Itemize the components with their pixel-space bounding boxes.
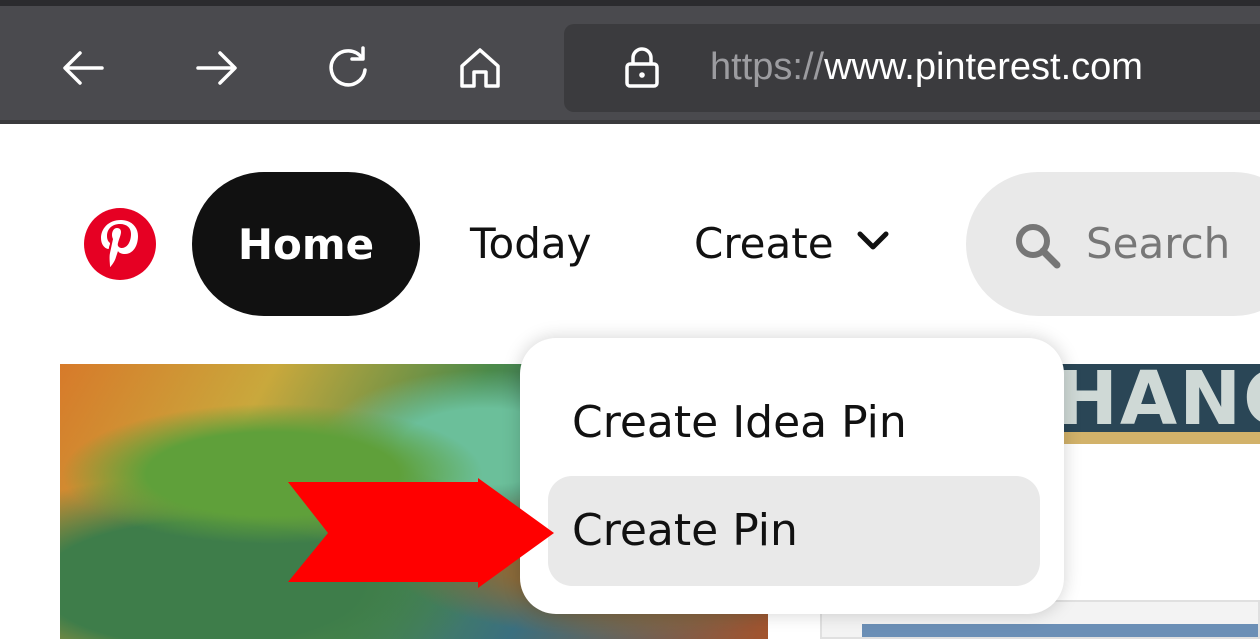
back-button[interactable] [56,40,112,96]
url-text[interactable]: https://www.pinterest.com [710,44,1143,90]
forward-arrow-icon [196,51,237,85]
url-protocol: https:// [710,46,825,88]
forward-button[interactable] [188,40,244,96]
search-placeholder: Search [1086,219,1231,268]
menu-item-create-pin[interactable]: Create Pin [548,476,1040,586]
nav-home-button[interactable]: Home [192,172,420,316]
browser-toolbar: https://www.pinterest.com [0,0,1260,124]
search-input[interactable]: Search [966,172,1260,316]
url-host: www.pinterest.com [824,46,1143,88]
site-header: Home Today Create Search [0,124,1260,364]
lock-icon[interactable] [620,46,664,90]
create-dropdown-menu: Create Idea Pin Create Pin [520,338,1064,614]
search-icon [1016,224,1061,269]
nav-create-button[interactable]: Create [694,220,892,268]
address-bar[interactable]: https://www.pinterest.com [564,24,1260,112]
chevron-down-icon [857,231,889,250]
pin-poster-text: HANC [1062,364,1260,442]
refresh-button[interactable] [320,40,376,96]
home-icon [460,48,500,88]
pin-image-poster[interactable]: HANC [1062,364,1260,444]
menu-item-create-idea-pin[interactable]: Create Idea Pin [548,368,1040,478]
back-arrow-icon [63,51,104,85]
pinterest-logo-icon[interactable] [84,208,156,280]
home-button[interactable] [452,40,508,96]
nav-today-link[interactable]: Today [470,220,591,268]
refresh-icon [329,46,367,87]
nav-create-label: Create [694,219,834,268]
red-arrow-annotation-icon [288,478,554,588]
